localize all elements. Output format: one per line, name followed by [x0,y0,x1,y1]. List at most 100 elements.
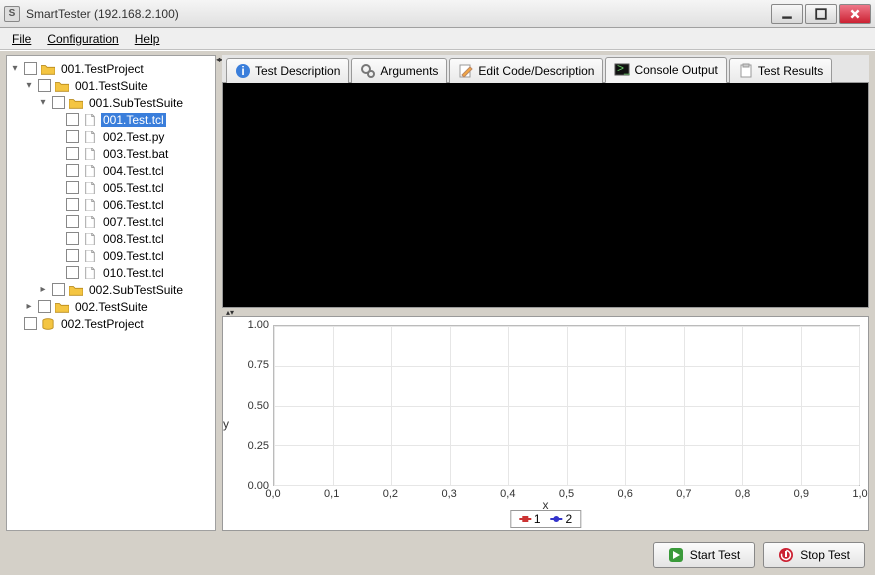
maximize-button[interactable] [805,4,837,24]
tab-label: Test Description [255,64,340,78]
y-tick-label: 1.00 [223,319,269,331]
expand-icon[interactable]: ▸ [37,284,49,295]
close-button[interactable] [839,4,871,24]
tree-test-item[interactable]: 009.Test.tcl [9,247,213,264]
tree-checkbox[interactable] [66,266,79,279]
tab-edit-code[interactable]: Edit Code/Description [449,58,603,83]
tree-checkbox[interactable] [66,249,79,262]
menu-file[interactable]: File [6,30,37,48]
tree-item-label[interactable]: 005.Test.tcl [101,181,166,195]
file-icon [82,266,98,280]
x-tick-label: 1,0 [852,488,867,500]
horizontal-splitter[interactable]: ▴▾ [222,308,869,316]
expand-icon[interactable] [9,318,21,329]
tree-test-item[interactable]: 003.Test.bat [9,145,213,162]
svg-text:i: i [241,64,244,78]
y-axis-label: y [223,417,229,431]
stop-test-button[interactable]: Stop Test [763,542,865,568]
button-label: Start Test [690,548,740,562]
bottom-toolbar: Start Test Stop Test [0,535,875,575]
tree-checkbox[interactable] [66,198,79,211]
tree-item-label[interactable]: 004.Test.tcl [101,164,166,178]
window-title: SmartTester (192.168.2.100) [26,7,771,21]
tree-checkbox[interactable] [66,113,79,126]
tree-test-item[interactable]: 002.Test.py [9,128,213,145]
menu-configuration[interactable]: Configuration [41,30,124,48]
app-icon: S [4,6,20,22]
tab-test-results[interactable]: Test Results [729,58,832,83]
tree-test-item[interactable]: 001.Test.tcl [9,111,213,128]
tree-checkbox[interactable] [52,283,65,296]
tree-item-label[interactable]: 002.TestSuite [73,300,150,314]
minimize-button[interactable] [771,4,803,24]
tree-item-label[interactable]: 007.Test.tcl [101,215,166,229]
tree-item-label[interactable]: 001.TestSuite [73,79,150,93]
tree-item-label[interactable]: 001.TestProject [59,62,146,76]
tree-checkbox[interactable] [66,164,79,177]
tab-arguments[interactable]: Arguments [351,58,447,83]
svg-text:>_: >_ [617,62,630,75]
file-icon [82,215,98,229]
tree-test-item[interactable]: 010.Test.tcl [9,264,213,281]
tree-checkbox[interactable] [38,79,51,92]
x-tick-label: 0,1 [324,488,339,500]
tree-checkbox[interactable] [24,62,37,75]
tab-bar: i Test Description Arguments Edit Code/D… [222,55,869,83]
y-tick-label: 0.50 [223,400,269,412]
tree-checkbox[interactable] [24,317,37,330]
x-tick-label: 0,4 [500,488,515,500]
tree-item-label[interactable]: 001.Test.tcl [101,113,166,127]
tree-item-label[interactable]: 009.Test.tcl [101,249,166,263]
start-test-button[interactable]: Start Test [653,542,755,568]
tab-label: Edit Code/Description [478,64,594,78]
tree-test-item[interactable]: 005.Test.tcl [9,179,213,196]
expand-icon[interactable]: ▾ [37,97,49,108]
menu-bar: File Configuration Help [0,28,875,50]
folder-icon [54,300,70,314]
tree-test-item[interactable]: 004.Test.tcl [9,162,213,179]
tab-console-output[interactable]: >_ Console Output [605,57,726,83]
tab-label: Arguments [380,64,438,78]
tree-item-label[interactable]: 002.SubTestSuite [87,283,185,297]
x-tick-label: 0,5 [559,488,574,500]
y-tick-label: 0.25 [223,440,269,452]
tree-checkbox[interactable] [66,232,79,245]
tree-test-item[interactable]: 006.Test.tcl [9,196,213,213]
gears-icon [360,63,376,79]
tab-test-description[interactable]: i Test Description [226,58,349,83]
file-icon [82,164,98,178]
test-tree[interactable]: ▾ 001.TestProject ▾ 001.TestSuite ▾ 001.… [6,55,216,531]
edit-icon [458,63,474,79]
tree-checkbox[interactable] [66,181,79,194]
button-label: Stop Test [800,548,850,562]
play-icon [668,547,684,563]
expand-icon[interactable]: ▾ [23,80,35,91]
chart-legend: 1 2 [510,510,581,528]
tree-item-label[interactable]: 010.Test.tcl [101,266,166,280]
tree-item-label[interactable]: 008.Test.tcl [101,232,166,246]
menu-help[interactable]: Help [129,30,166,48]
expand-icon[interactable]: ▸ [23,301,35,312]
clipboard-icon [738,63,754,79]
file-icon [82,249,98,263]
tree-checkbox[interactable] [66,215,79,228]
folder-icon [68,283,84,297]
tree-checkbox[interactable] [52,96,65,109]
database-icon [40,317,56,331]
chart-plot-area [273,325,860,486]
tree-item-label[interactable]: 003.Test.bat [101,147,170,161]
tree-test-item[interactable]: 007.Test.tcl [9,213,213,230]
tree-item-label[interactable]: 002.Test.py [101,130,166,144]
console-output[interactable] [222,83,869,308]
x-tick-label: 0,7 [676,488,691,500]
tree-checkbox[interactable] [66,130,79,143]
tree-item-label[interactable]: 006.Test.tcl [101,198,166,212]
tree-checkbox[interactable] [38,300,51,313]
folder-icon [68,96,84,110]
info-icon: i [235,63,251,79]
tree-item-label[interactable]: 002.TestProject [59,317,146,331]
tree-item-label[interactable]: 001.SubTestSuite [87,96,185,110]
tree-test-item[interactable]: 008.Test.tcl [9,230,213,247]
tree-checkbox[interactable] [66,147,79,160]
expand-icon[interactable]: ▾ [9,63,21,74]
